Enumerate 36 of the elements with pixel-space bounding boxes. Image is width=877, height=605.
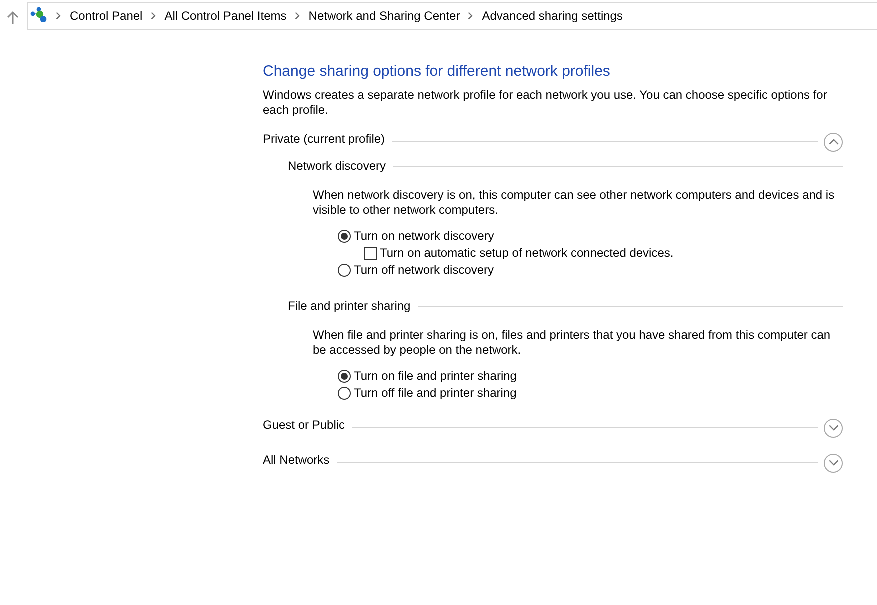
profile-title[interactable]: All Networks xyxy=(263,453,330,468)
radio-button[interactable] xyxy=(338,230,351,243)
radio-button[interactable] xyxy=(338,264,351,277)
network-icon xyxy=(30,6,48,22)
option-label[interactable]: Turn off network discovery xyxy=(354,263,494,278)
option-label[interactable]: Turn off file and printer sharing xyxy=(354,386,517,401)
collapse-button[interactable] xyxy=(824,132,843,152)
option-label[interactable]: Turn on automatic setup of network connected devices. xyxy=(380,246,674,261)
checkbox[interactable] xyxy=(364,247,377,260)
section-title: Network discovery xyxy=(288,158,386,174)
breadcrumb-link[interactable]: Network and Sharing Center xyxy=(308,8,460,24)
breadcrumb-link[interactable]: Advanced sharing settings xyxy=(482,8,623,24)
option-label[interactable]: Turn on network discovery xyxy=(354,229,494,244)
section-description: When network discovery is on, this computer can see other network computers and devices and is visible to other network computers. xyxy=(313,188,836,218)
chevron-down-icon xyxy=(828,460,838,466)
breadcrumb-link[interactable]: Control Panel xyxy=(70,8,143,24)
section-description: When file and printer sharing is on, files and printers that you have shared from this computer can be accessed by people on the network. xyxy=(313,328,832,358)
radio-button[interactable] xyxy=(338,370,351,383)
address-bar[interactable]: Control Panel All Control Panel Items Network and Sharing Center Advanced sharing settings xyxy=(27,2,877,30)
radio-button[interactable] xyxy=(338,387,351,400)
option-label[interactable]: Turn on file and printer sharing xyxy=(354,369,517,384)
up-arrow-icon[interactable] xyxy=(7,11,19,24)
profile-title[interactable]: Private (current profile) xyxy=(263,132,386,147)
expand-button[interactable] xyxy=(824,454,843,472)
chevron-right-icon[interactable] xyxy=(294,12,300,20)
expand-button[interactable] xyxy=(824,418,843,438)
page-description: Windows creates a separate network profile for each network you use. You can choose specific options for each profile. xyxy=(263,88,828,118)
section-title: File and printer sharing xyxy=(288,298,411,314)
chevron-right-icon[interactable] xyxy=(468,12,474,20)
chevron-up-icon xyxy=(828,139,838,145)
breadcrumb-link[interactable]: All Control Panel Items xyxy=(164,8,287,24)
chevron-right-icon[interactable] xyxy=(56,12,61,20)
chevron-down-icon xyxy=(828,425,838,431)
page-heading: Change sharing options for different network profiles xyxy=(263,62,612,82)
profile-title[interactable]: Guest or Public xyxy=(263,418,346,433)
chevron-right-icon[interactable] xyxy=(150,12,156,20)
